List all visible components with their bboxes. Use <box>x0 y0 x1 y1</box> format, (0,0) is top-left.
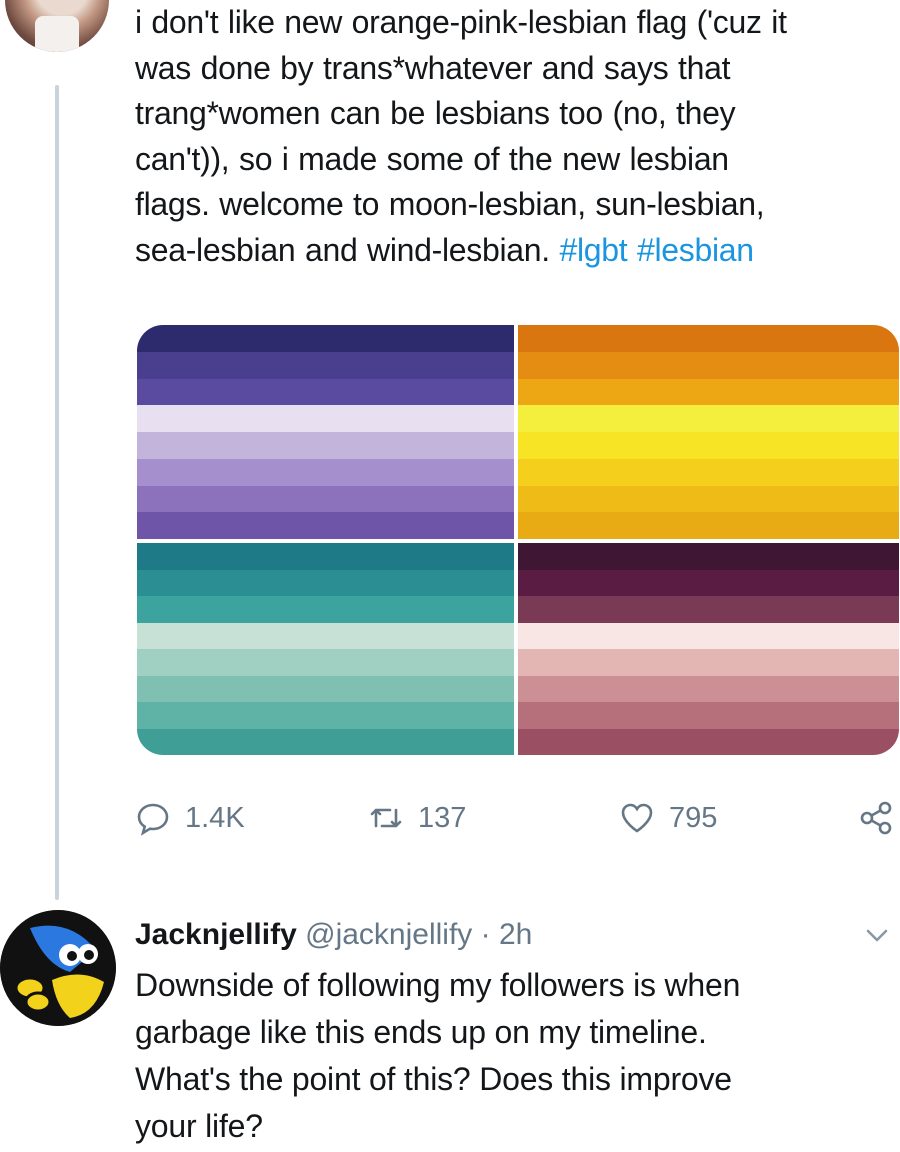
tweet-actions: 1.4K 137 795 <box>135 800 900 840</box>
thread-line <box>55 85 59 900</box>
reply-button[interactable]: 1.4K <box>135 800 245 836</box>
original-poster-avatar[interactable] <box>5 0 109 52</box>
sun-lesbian-flag <box>518 325 899 539</box>
heart-icon <box>621 803 653 833</box>
retweet-button[interactable]: 137 <box>368 800 466 836</box>
flag-stripe <box>518 702 899 729</box>
reply-count: 1.4K <box>185 801 245 834</box>
retweet-icon <box>370 808 402 828</box>
flag-stripe <box>518 649 899 676</box>
tweet-text: i don't like new orange-pink-lesbian fla… <box>135 0 885 273</box>
flag-image-grid[interactable] <box>137 325 899 755</box>
reply-avatar[interactable] <box>0 910 116 1026</box>
avatar-collar <box>35 16 79 52</box>
like-count: 795 <box>669 801 718 834</box>
flag-stripe <box>137 458 514 486</box>
flag-stripe <box>137 702 514 729</box>
chevron-down-icon[interactable] <box>862 920 892 950</box>
flag-stripe <box>137 432 514 459</box>
share-button[interactable] <box>858 800 894 836</box>
flag-stripe <box>518 728 899 755</box>
flag-stripe <box>518 512 899 539</box>
flag-stripe <box>518 325 899 352</box>
reply-icon <box>137 803 169 836</box>
flag-stripe <box>518 351 899 379</box>
flag-stripe <box>518 543 899 570</box>
like-button[interactable]: 795 <box>619 800 717 836</box>
flag-stripe <box>518 569 899 596</box>
flag-stripe <box>137 649 514 676</box>
flag-stripe <box>137 596 514 623</box>
reply-handle-time[interactable]: @jacknjellify · 2h <box>305 918 532 951</box>
flag-stripe <box>137 728 514 755</box>
flag-stripe <box>137 569 514 596</box>
flag-stripe <box>137 325 514 352</box>
flag-stripe <box>137 512 514 539</box>
sea-lesbian-flag <box>137 543 514 755</box>
jacknjellify-logo <box>0 910 116 1026</box>
flag-stripe <box>518 675 899 702</box>
wind-lesbian-flag <box>518 543 899 755</box>
flag-stripe <box>137 405 514 432</box>
flag-stripe <box>137 378 514 406</box>
flag-stripe <box>518 596 899 623</box>
flag-stripe <box>518 432 899 459</box>
flag-stripe <box>518 622 899 649</box>
flag-stripe <box>137 675 514 702</box>
flag-stripe <box>518 458 899 486</box>
share-icon <box>860 801 892 835</box>
flag-stripe <box>137 351 514 379</box>
flag-stripe <box>137 622 514 649</box>
tweet-hashtags[interactable]: #lgbt #lesbian <box>560 232 755 268</box>
flag-stripe <box>518 485 899 513</box>
reply-text: Downside of following my followers is wh… <box>135 967 741 1144</box>
flag-stripe <box>137 485 514 513</box>
retweet-count: 137 <box>418 801 467 834</box>
reply-author-name[interactable]: Jacknjellify <box>135 918 297 951</box>
moon-lesbian-flag <box>137 325 514 539</box>
reply-header: Jacknjellify @jacknjellify · 2h <box>135 913 532 957</box>
flag-stripe <box>518 405 899 432</box>
tweet-body: i don't like new orange-pink-lesbian fla… <box>135 4 787 268</box>
flag-stripe <box>137 543 514 570</box>
flag-stripe <box>518 378 899 406</box>
